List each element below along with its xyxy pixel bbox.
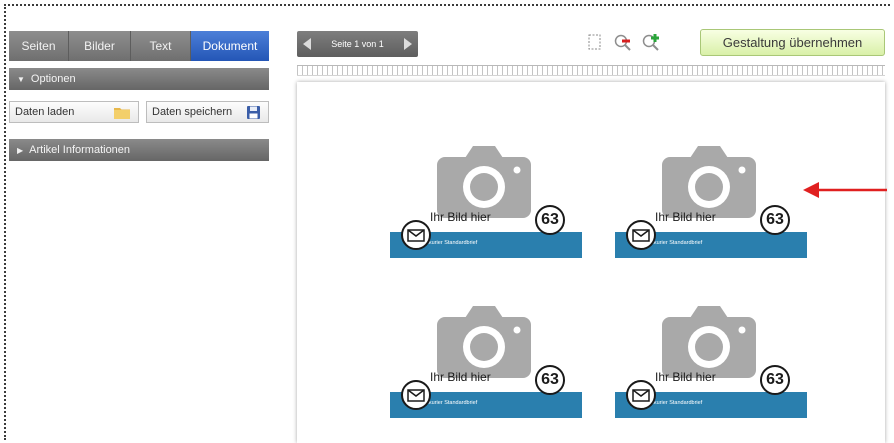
envelope-icon [401,380,431,410]
label-tile[interactable]: Nordkurier Standardbrief Ihr Bild hier 63 [390,146,582,268]
camera-icon [437,146,531,218]
options-section-label: Optionen [30,73,76,85]
label-tile[interactable]: Nordkurier Standardbrief Ihr Bild hier 63 [615,306,807,428]
tab-bilder[interactable]: Bilder [69,31,131,61]
triangle-right-icon: ▶ [17,145,24,155]
label-tile[interactable]: Nordkurier Standardbrief Ihr Bild hier 63 [615,146,807,268]
arrow-right-icon [404,38,412,50]
sidebar-tabs: Seiten Bilder Text Dokument [9,31,269,61]
horizontal-ruler [297,65,885,76]
annotation-arrow-icon [803,182,887,198]
next-page-button[interactable] [398,31,418,57]
camera-icon [437,306,531,378]
article-info-section-header[interactable]: ▶ Artikel Informationen [9,139,269,161]
save-data-label: Daten speichern [152,106,233,118]
envelope-icon [401,220,431,250]
article-info-section-label: Artikel Informationen [29,144,131,156]
tab-dokument[interactable]: Dokument [191,31,269,61]
tab-seiten[interactable]: Seiten [9,31,69,61]
floppy-disk-icon [247,106,260,122]
load-data-button[interactable]: Daten laden [9,101,139,123]
page-frame-icon[interactable] [588,34,606,52]
image-placeholder-text: Ihr Bild hier [430,370,491,384]
options-button-row: Daten laden Daten speichern [9,101,269,125]
page-navigator: Seite 1 von 1 [297,31,418,57]
load-data-label: Daten laden [15,106,75,118]
document-canvas[interactable]: Nordkurier Standardbrief Ihr Bild hier 63 N… [297,82,885,443]
zoom-out-icon[interactable] [614,34,632,52]
label-tile[interactable]: Nordkurier Standardbrief Ihr Bild hier 63 [390,306,582,428]
image-placeholder-text: Ihr Bild hier [655,370,716,384]
postage-number: 63 [760,205,790,235]
envelope-icon [626,380,656,410]
save-data-button[interactable]: Daten speichern [146,101,269,123]
folder-icon [114,106,130,122]
options-section-header[interactable]: ▼ Optionen [9,68,269,90]
page-indicator: Seite 1 von 1 [331,39,384,49]
arrow-left-icon [303,38,311,50]
postage-number: 63 [535,365,565,395]
prev-page-button[interactable] [297,31,317,57]
apply-design-button[interactable]: Gestaltung übernehmen [700,29,885,56]
postage-number: 63 [760,365,790,395]
zoom-in-icon[interactable] [642,34,660,52]
tab-text[interactable]: Text [131,31,191,61]
image-placeholder-text: Ihr Bild hier [430,210,491,224]
envelope-icon [626,220,656,250]
triangle-down-icon: ▼ [17,74,25,84]
postage-number: 63 [535,205,565,235]
camera-icon [662,146,756,218]
image-placeholder-text: Ihr Bild hier [655,210,716,224]
camera-icon [662,306,756,378]
